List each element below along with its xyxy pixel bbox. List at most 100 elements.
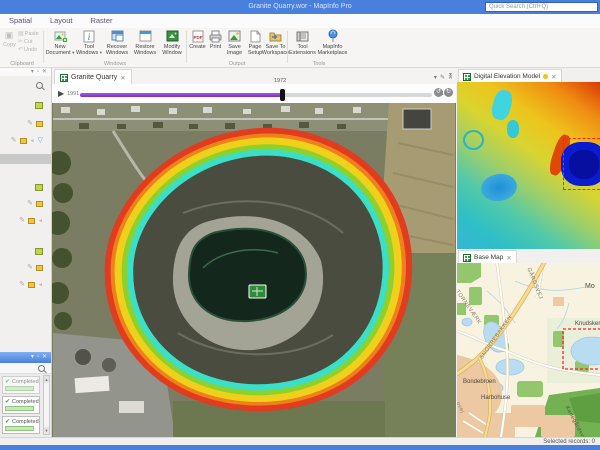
window-controls: ▾ ✎ ✕ xyxy=(434,74,453,81)
scroll-down-icon[interactable]: ▼ xyxy=(44,427,49,434)
svg-text:PDF: PDF xyxy=(193,35,202,40)
chevron-down-icon[interactable]: ▾ xyxy=(31,68,34,76)
modify-window-button[interactable]: Modify Window xyxy=(159,29,185,57)
timeline-current-year: 1972 xyxy=(274,78,287,84)
tab-layout[interactable]: Layout xyxy=(41,14,82,28)
save-image-label: Save Image xyxy=(226,44,243,57)
undo-icon: ↶ xyxy=(18,47,24,53)
filter-icon[interactable]: ▽ xyxy=(38,137,43,145)
layer-row: ✎ xyxy=(27,200,43,208)
task-item[interactable]: ✔ Completed xyxy=(2,376,40,394)
edit-icon[interactable]: ✎ xyxy=(19,217,25,225)
edit-icon[interactable]: ✎ xyxy=(440,74,445,81)
quarry-map-canvas[interactable] xyxy=(52,103,456,437)
play-button[interactable]: ▶ xyxy=(58,89,64,98)
new-document-button[interactable]: New Document ▾ xyxy=(45,29,75,57)
paste-label: Paste xyxy=(24,31,39,37)
close-icon[interactable]: ✕ xyxy=(551,73,556,81)
map-icon xyxy=(463,253,471,262)
basemap-canvas[interactable]: GÅRDSVEJ TORNEVÆRK Mo Knudsker SNORREBAK… xyxy=(457,263,600,437)
save-to-workspace-label: Save To Workspace xyxy=(261,44,290,57)
timeline-track[interactable] xyxy=(80,89,432,101)
search-icon[interactable] xyxy=(38,365,45,372)
task-status: Completed xyxy=(12,378,39,385)
layer-row xyxy=(35,183,43,191)
edit-icon[interactable]: ✎ xyxy=(27,200,33,208)
save-to-workspace-button[interactable]: Save To Workspace xyxy=(261,29,290,57)
dem-selection-rectangle xyxy=(563,138,600,190)
tool-windows-label: Tool Windows ▾ xyxy=(75,44,103,57)
ribbon-group-output: PDF Create Print Save Image Page Setup S… xyxy=(188,28,290,67)
edit-icon[interactable]: ✎ xyxy=(27,264,33,272)
layer-table-icon[interactable] xyxy=(35,247,43,255)
timeline-start-year: 1991 xyxy=(67,91,80,97)
edit-icon[interactable]: ✎ xyxy=(11,137,17,145)
map-icon xyxy=(60,73,68,82)
page-icon xyxy=(250,29,261,43)
tab-raster[interactable]: Raster xyxy=(81,14,121,28)
arrow-icon[interactable]: ◄ xyxy=(38,282,43,288)
layer-style-icon[interactable] xyxy=(19,138,27,144)
layer-style-icon[interactable] xyxy=(28,218,36,224)
layer-table-icon[interactable] xyxy=(35,101,43,109)
tool-extensions-label: Tool Extensions xyxy=(289,44,316,57)
loop-back-button[interactable]: ↺ xyxy=(434,88,443,97)
quick-search-input[interactable]: Quick Search (Ctrl+Q) xyxy=(485,2,598,12)
dem-tab[interactable]: Digital Elevation Model ✕ xyxy=(458,69,562,83)
close-icon[interactable]: ✕ xyxy=(448,74,453,81)
close-icon[interactable]: ✕ xyxy=(42,352,47,363)
quick-search-placeholder: Quick Search (Ctrl+Q) xyxy=(489,4,549,10)
map-document-tab[interactable]: Granite Quarry ✕ xyxy=(54,69,132,85)
tab-spatial[interactable]: Spatial xyxy=(0,14,41,28)
close-icon[interactable]: ✕ xyxy=(506,254,511,262)
arrow-icon[interactable]: ◄ xyxy=(38,218,43,224)
layer-row: ✎ xyxy=(27,264,43,272)
recover-windows-button[interactable]: Recover Windows xyxy=(103,29,131,57)
dem-low-area xyxy=(507,120,519,138)
marketplace-button[interactable]: MapInfo Marketplace xyxy=(317,29,349,57)
task-item[interactable]: ✔ Completed xyxy=(2,396,40,414)
close-icon[interactable]: ✕ xyxy=(42,68,47,76)
title-bar: Granite Quarry.wor - MapInfo Pro Quick S… xyxy=(0,0,600,14)
copy-button[interactable]: ▣ Copy xyxy=(2,30,17,48)
task-item[interactable]: ✔ Completed xyxy=(2,416,40,434)
edit-icon[interactable]: ✎ xyxy=(27,120,33,128)
paste-button[interactable]: ▤ Paste xyxy=(18,30,42,38)
chevron-down-icon[interactable]: ▾ xyxy=(31,352,34,363)
loop-forward-button[interactable]: ↻ xyxy=(444,88,453,97)
selected-layer-row[interactable] xyxy=(0,154,51,164)
pin-icon[interactable]: ▫ xyxy=(37,68,39,76)
new-document-icon xyxy=(54,29,67,43)
layer-style-icon[interactable] xyxy=(28,282,36,288)
layer-style-icon[interactable] xyxy=(36,121,43,127)
ribbon-group-clipboard: ▣ Copy ▤ Paste ✂ Cut ↶ Undo Clipboard xyxy=(2,28,42,67)
ribbon-group-windows: New Document ▾ i Tool Windows ▾ Recover … xyxy=(45,28,185,67)
cut-button[interactable]: ✂ Cut xyxy=(18,38,42,46)
search-icon[interactable] xyxy=(36,81,43,89)
layer-table-icon[interactable] xyxy=(35,183,43,191)
layer-style-icon[interactable] xyxy=(36,265,43,271)
arrow-icon[interactable]: ◄ xyxy=(30,138,35,144)
street-map xyxy=(457,263,600,437)
task-scrollbar[interactable]: ▲ ▼ xyxy=(43,375,50,435)
tool-extensions-button[interactable]: Tool Extensions xyxy=(289,29,316,57)
tool-windows-icon: i xyxy=(83,29,95,43)
create-pdf-button[interactable]: PDF Create xyxy=(188,29,207,57)
close-icon[interactable]: ✕ xyxy=(120,74,125,82)
undo-button[interactable]: ↶ Undo xyxy=(18,46,42,54)
ribbon: ▣ Copy ▤ Paste ✂ Cut ↶ Undo Clipboard Ne… xyxy=(0,28,600,68)
pin-icon[interactable]: ▫ xyxy=(37,352,39,363)
timeline-thumb[interactable] xyxy=(280,89,285,101)
dem-map-canvas[interactable] xyxy=(457,82,600,249)
restore-windows-label: Restore Windows xyxy=(133,44,157,57)
tool-windows-button[interactable]: i Tool Windows ▾ xyxy=(75,29,103,57)
edit-icon[interactable]: ✎ xyxy=(19,281,25,289)
scroll-up-icon[interactable]: ▲ xyxy=(44,376,49,383)
print-button[interactable]: Print xyxy=(207,29,224,57)
restore-windows-button[interactable]: Restore Windows xyxy=(131,29,159,57)
layer-style-icon[interactable] xyxy=(36,201,43,207)
pin-icon[interactable]: ▾ xyxy=(434,74,437,81)
basemap-tab[interactable]: Base Map ✕ xyxy=(458,250,517,264)
save-image-button[interactable]: Save Image xyxy=(224,29,245,57)
layer-row: ✎ ◄ ▽ xyxy=(11,137,43,145)
